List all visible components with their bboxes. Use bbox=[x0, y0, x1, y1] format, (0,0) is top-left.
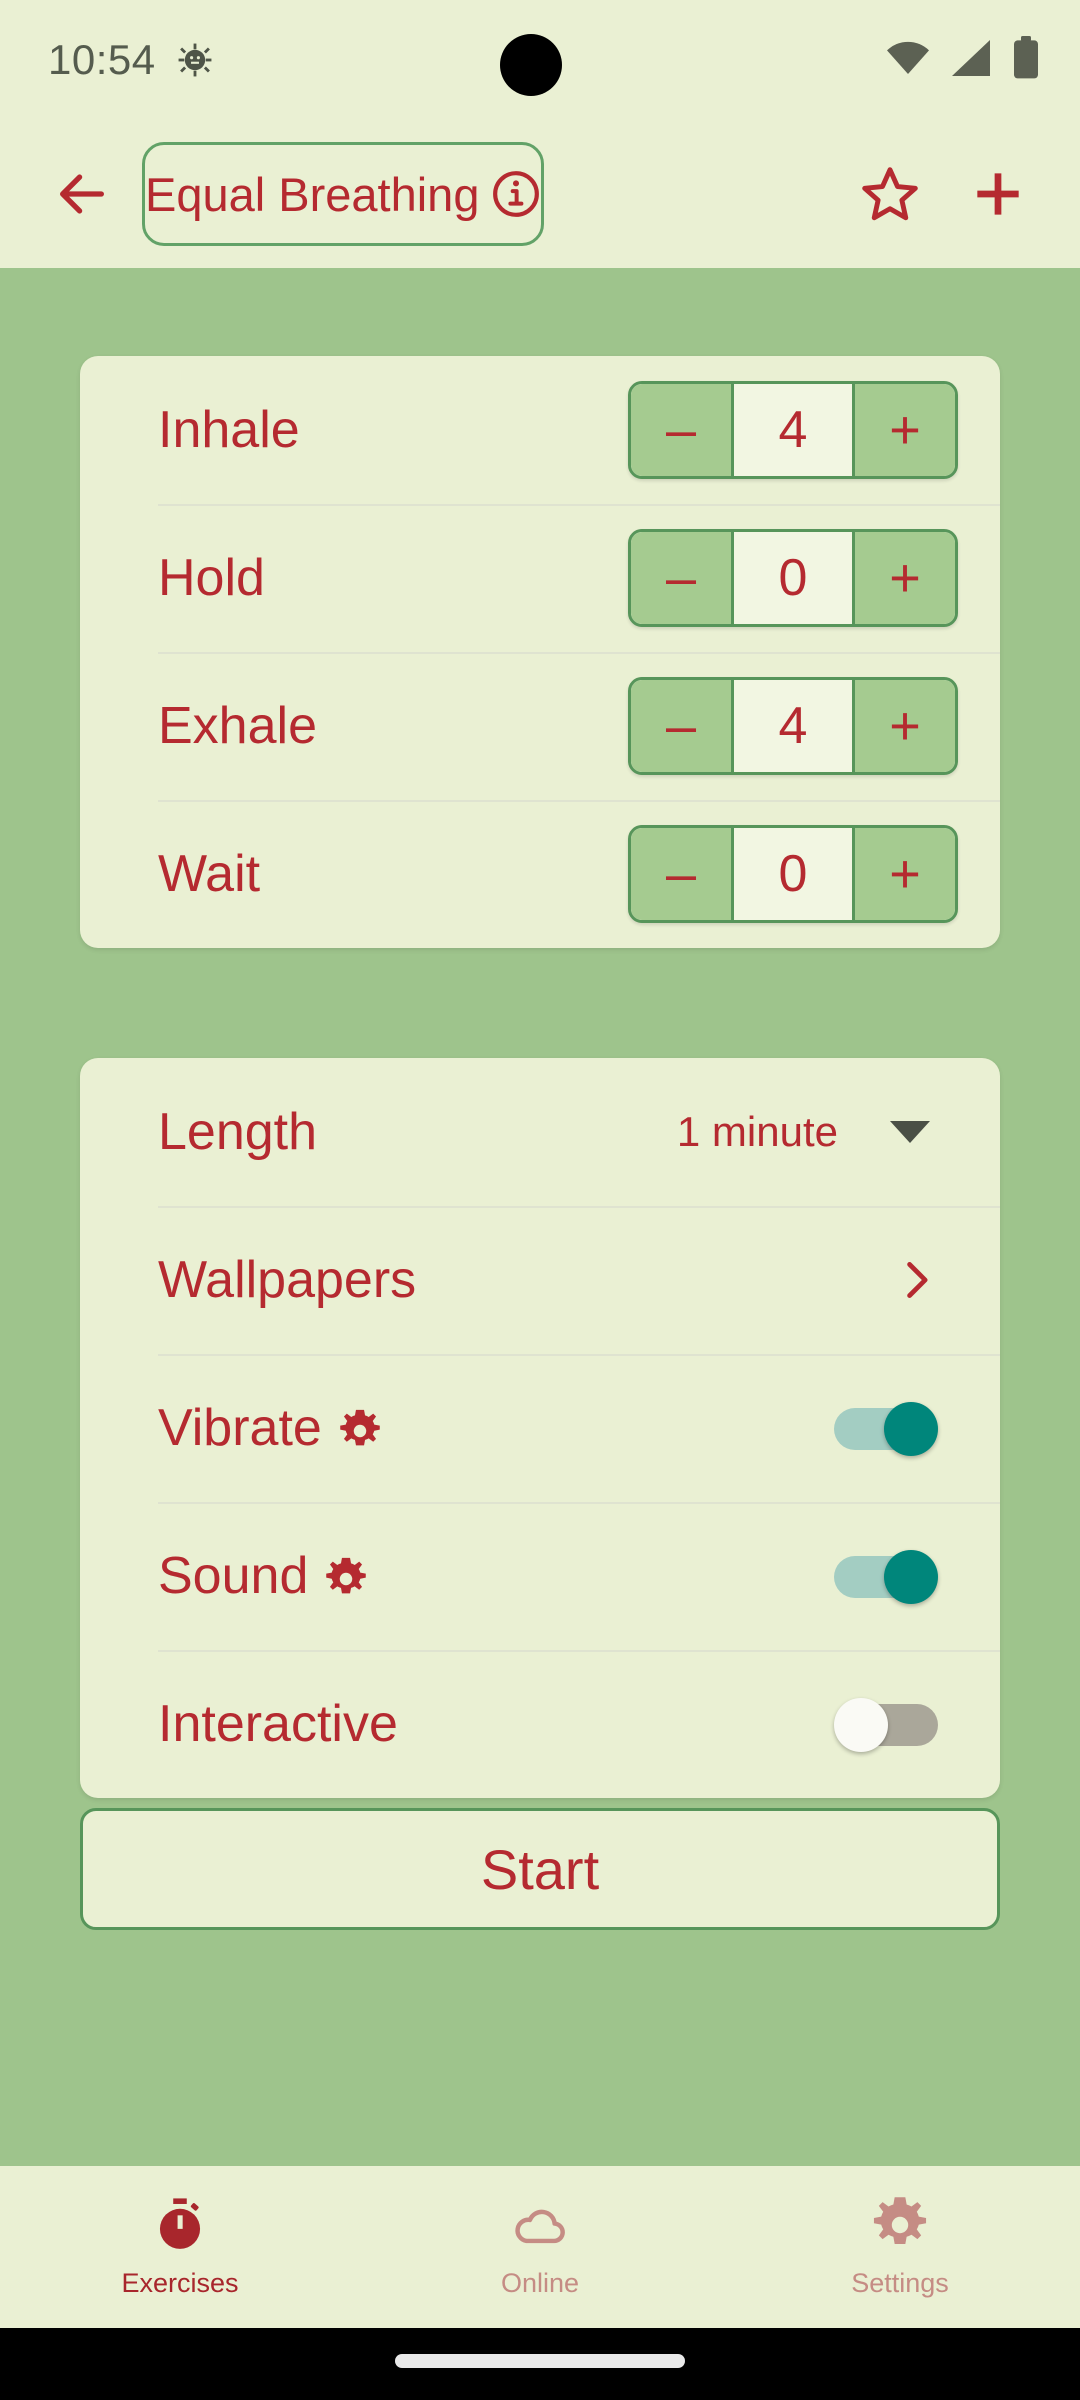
gesture-handle[interactable] bbox=[395, 2354, 685, 2368]
toggle-thumb bbox=[884, 1402, 938, 1456]
sound-toggle[interactable] bbox=[834, 1550, 938, 1604]
wait-increment-button[interactable]: + bbox=[852, 828, 955, 920]
app-screen: 10:54 Equal Breathing Inhale – 4 + Hold … bbox=[0, 0, 1080, 2400]
setting-row-length[interactable]: Length 1 minute bbox=[80, 1058, 1000, 1206]
vibrate-toggle[interactable] bbox=[834, 1402, 938, 1456]
wifi-icon bbox=[884, 38, 932, 83]
toggle-thumb bbox=[834, 1698, 888, 1752]
start-button[interactable]: Start bbox=[80, 1808, 1000, 1930]
main-content: Inhale – 4 + Hold – 0 + Exhale – 4 + Wai… bbox=[0, 268, 1080, 2166]
wait-value: 0 bbox=[734, 828, 852, 920]
phase-label: Wait bbox=[158, 845, 261, 903]
nav-item-online[interactable]: Online bbox=[360, 2166, 720, 2328]
battery-icon bbox=[1012, 35, 1040, 85]
exhale-decrement-button[interactable]: – bbox=[631, 680, 734, 772]
wait-decrement-button[interactable]: – bbox=[631, 828, 734, 920]
nav-label: Online bbox=[500, 2267, 580, 2298]
inhale-stepper[interactable]: – 4 + bbox=[628, 381, 958, 479]
setting-row-interactive[interactable]: Interactive bbox=[80, 1650, 1000, 1798]
hold-decrement-button[interactable]: – bbox=[631, 532, 734, 624]
plus-icon bbox=[977, 173, 1019, 215]
camera-punch-hole bbox=[500, 34, 562, 96]
vibrate-label: Vibrate bbox=[158, 1399, 322, 1457]
toggle-thumb bbox=[884, 1550, 938, 1604]
phase-row-inhale: Inhale – 4 + bbox=[80, 356, 1000, 504]
status-bar-right bbox=[884, 35, 1040, 85]
hold-stepper[interactable]: – 0 + bbox=[628, 529, 958, 627]
sound-label: Sound bbox=[158, 1547, 309, 1605]
exhale-increment-button[interactable]: + bbox=[852, 680, 955, 772]
exercise-settings-card: Length 1 minute Wallpapers Vibrate Sound… bbox=[80, 1058, 1000, 1798]
android-gear-icon bbox=[178, 43, 212, 77]
phase-row-wait: Wait – 0 + bbox=[80, 800, 1000, 948]
phase-label: Hold bbox=[158, 549, 265, 607]
app-bar: Equal Breathing bbox=[0, 120, 1080, 268]
exhale-value: 4 bbox=[734, 680, 852, 772]
star-outline-icon bbox=[862, 167, 918, 221]
back-button[interactable] bbox=[28, 140, 136, 248]
setting-row-vibrate[interactable]: Vibrate bbox=[80, 1354, 1000, 1502]
phase-label: Inhale bbox=[158, 401, 300, 459]
page-title: Equal Breathing bbox=[145, 167, 480, 221]
gear-icon[interactable] bbox=[338, 1406, 382, 1450]
gear-icon[interactable] bbox=[324, 1554, 368, 1598]
hold-increment-button[interactable]: + bbox=[852, 532, 955, 624]
interactive-toggle[interactable] bbox=[834, 1698, 938, 1752]
inhale-value: 4 bbox=[734, 384, 852, 476]
chevron-down-icon[interactable] bbox=[890, 1121, 930, 1143]
cloud-icon bbox=[511, 2196, 569, 2254]
signal-icon bbox=[950, 38, 994, 83]
status-bar-left: 10:54 bbox=[48, 36, 212, 84]
chevron-right-icon[interactable] bbox=[894, 1258, 938, 1302]
back-arrow-icon bbox=[60, 174, 104, 214]
exhale-stepper[interactable]: – 4 + bbox=[628, 677, 958, 775]
exercise-title-chip[interactable]: Equal Breathing bbox=[142, 142, 545, 246]
bottom-navigation: Exercises Online Settings bbox=[0, 2166, 1080, 2328]
setting-row-wallpapers[interactable]: Wallpapers bbox=[80, 1206, 1000, 1354]
nav-item-settings[interactable]: Settings bbox=[720, 2166, 1080, 2328]
phase-label: Exhale bbox=[158, 697, 317, 755]
nav-item-exercises[interactable]: Exercises bbox=[0, 2166, 360, 2328]
length-value: 1 minute bbox=[676, 1108, 838, 1155]
status-clock: 10:54 bbox=[48, 36, 156, 83]
inhale-decrement-button[interactable]: – bbox=[631, 384, 734, 476]
nav-label: Settings bbox=[851, 2267, 949, 2298]
wallpapers-label: Wallpapers bbox=[158, 1251, 417, 1309]
nav-label: Exercises bbox=[121, 2267, 239, 2298]
phase-row-exhale: Exhale – 4 + bbox=[80, 652, 1000, 800]
hold-value: 0 bbox=[734, 532, 852, 624]
system-gesture-area bbox=[0, 2328, 1080, 2400]
stopwatch-icon bbox=[151, 2196, 209, 2254]
gear-icon bbox=[871, 2196, 929, 2254]
add-exercise-button[interactable] bbox=[944, 140, 1052, 248]
status-bar: 10:54 bbox=[0, 0, 1080, 120]
info-circle-icon[interactable] bbox=[491, 169, 541, 219]
length-label: Length bbox=[158, 1103, 318, 1161]
breathing-phases-card: Inhale – 4 + Hold – 0 + Exhale – 4 + Wai… bbox=[80, 356, 1000, 948]
inhale-increment-button[interactable]: + bbox=[852, 384, 955, 476]
favorite-button[interactable] bbox=[836, 140, 944, 248]
phase-row-hold: Hold – 0 + bbox=[80, 504, 1000, 652]
wait-stepper[interactable]: – 0 + bbox=[628, 825, 958, 923]
setting-row-sound[interactable]: Sound bbox=[80, 1502, 1000, 1650]
